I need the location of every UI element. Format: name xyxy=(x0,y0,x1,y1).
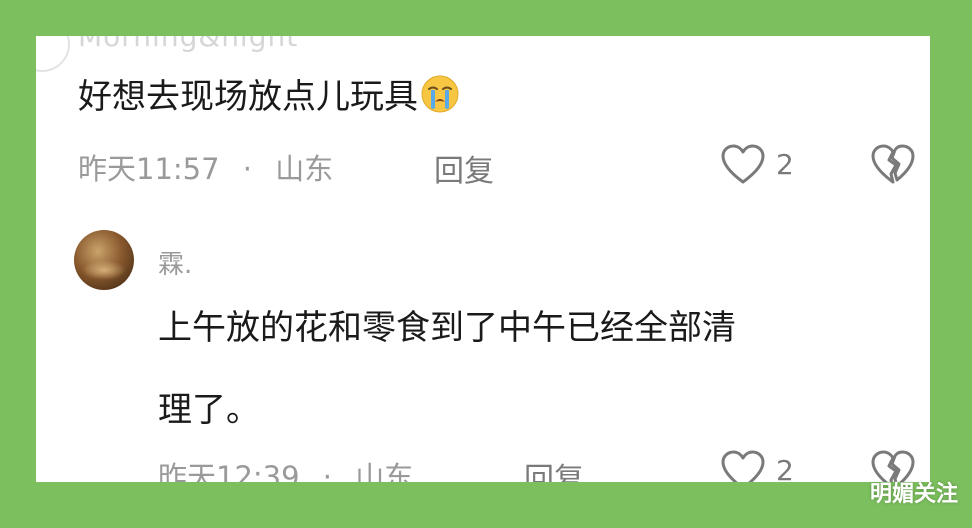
like-heart-icon[interactable] xyxy=(720,144,766,186)
meta-separator: · xyxy=(322,460,333,482)
comment2-meta: 昨天12:39 · 山东 xyxy=(158,454,413,482)
watermark: 明媚关注 xyxy=(869,482,958,507)
comment2-reply-button[interactable]: 回复 xyxy=(524,454,584,482)
comment1-location: 山东 xyxy=(275,152,334,186)
comment1-like-count: 2 xyxy=(776,148,794,181)
crying-face-icon xyxy=(421,75,459,113)
comment1-reply-button[interactable]: 回复 xyxy=(434,146,494,190)
comment1-meta: 昨天11:57 · 山东 xyxy=(78,146,333,188)
meta-separator: · xyxy=(242,152,253,186)
comment2-text-line2: 理了。 xyxy=(158,390,260,430)
comment2-time: 昨天12:39 xyxy=(158,460,300,482)
comment2-avatar[interactable] xyxy=(74,230,134,290)
dislike-broken-heart-icon[interactable] xyxy=(870,144,916,186)
comment1-username[interactable]: Morning&night xyxy=(78,36,298,53)
comment1-text: 好想去现场放点儿玩具 xyxy=(78,74,460,119)
comment2-location: 山东 xyxy=(355,460,414,482)
comment2-username[interactable]: 霖. xyxy=(158,244,192,281)
comment2-like-count: 2 xyxy=(776,454,794,482)
like-heart-icon[interactable] xyxy=(720,450,766,482)
comment2-text-line1: 上午放的花和零食到了中午已经全部清 xyxy=(158,308,736,348)
avatar[interactable] xyxy=(36,36,70,72)
comment1-text-content: 好想去现场放点儿玩具 xyxy=(78,77,418,117)
comment1-time: 昨天11:57 xyxy=(78,152,220,186)
comment-card: Morning&night 好想去现场放点儿玩具 昨天11:57 · 山东 回复… xyxy=(36,36,930,482)
